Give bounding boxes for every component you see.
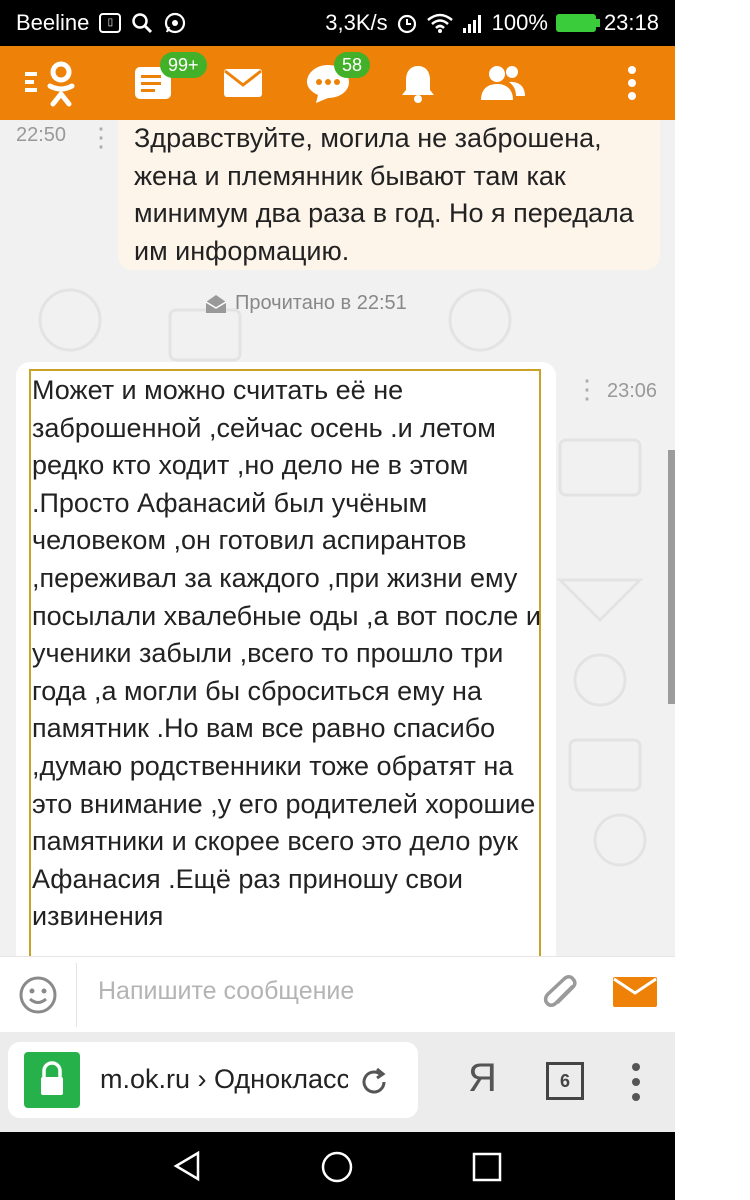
friends-icon[interactable] bbox=[478, 46, 528, 120]
system-nav-bar bbox=[0, 1132, 675, 1200]
clock: 23:18 bbox=[603, 10, 659, 35]
mail-icon[interactable] bbox=[220, 46, 266, 120]
outgoing-time: 23:06 bbox=[607, 380, 658, 402]
bell-icon[interactable] bbox=[396, 46, 440, 120]
network-speed: 3,3K/s bbox=[325, 10, 388, 35]
read-envelope-icon bbox=[205, 294, 227, 313]
tabs-button[interactable]: 6 bbox=[546, 1062, 584, 1100]
url-text: m.ok.ru › Одноклассники bbox=[100, 1064, 348, 1094]
incoming-menu-icon[interactable]: ⋮ bbox=[88, 122, 114, 153]
carrier-name: Beeline bbox=[16, 10, 90, 35]
scrollbar[interactable] bbox=[668, 450, 675, 704]
status-bar: Beeline ▯ 3,3K/s 100% 23:18 bbox=[0, 0, 675, 46]
back-icon[interactable] bbox=[172, 1150, 204, 1182]
home-icon[interactable] bbox=[320, 1150, 354, 1184]
tab-count: 6 bbox=[559, 1071, 570, 1091]
address-bar[interactable]: m.ok.ru › Одноклассники bbox=[8, 1042, 418, 1118]
outgoing-message-bubble[interactable]: Может и можно считать её не заброшенной … bbox=[16, 362, 556, 956]
search-icon bbox=[132, 13, 153, 34]
emoji-icon[interactable] bbox=[18, 975, 58, 1015]
outgoing-message-text: Может и можно считать её не заброшенной … bbox=[32, 375, 541, 932]
battery-percent: 100% bbox=[491, 10, 548, 35]
outgoing-menu-icon[interactable]: ⋮ bbox=[574, 374, 600, 405]
incoming-time: 22:50 bbox=[16, 124, 67, 146]
app-header: 99+ 58 bbox=[0, 46, 675, 120]
send-button[interactable] bbox=[612, 975, 658, 1015]
incoming-message-text: Здравствуйте, могила не заброшена, жена … bbox=[134, 123, 634, 266]
read-status-text: Прочитано в 22:51 bbox=[235, 292, 407, 314]
more-icon[interactable] bbox=[620, 46, 644, 120]
browser-toolbar: m.ok.ru › Одноклассники Я 6 bbox=[0, 1032, 675, 1132]
wifi-icon bbox=[426, 13, 453, 33]
recents-icon[interactable] bbox=[472, 1152, 502, 1182]
message-input[interactable]: Напишите сообщение bbox=[98, 977, 354, 1006]
chat-area[interactable]: 22:50 ⋮ Здравствуйте, могила не заброшен… bbox=[0, 120, 675, 956]
reload-icon[interactable] bbox=[358, 1066, 390, 1098]
signal-icon bbox=[462, 15, 481, 33]
feed-badge: 99+ bbox=[160, 52, 207, 78]
sim-icon: ▯ bbox=[99, 13, 122, 33]
incoming-message-bubble[interactable]: Здравствуйте, могила не заброшена, жена … bbox=[118, 120, 660, 270]
battery-icon bbox=[555, 14, 600, 32]
attach-icon[interactable] bbox=[542, 975, 582, 1017]
lock-icon bbox=[24, 1052, 80, 1108]
chat-badge: 58 bbox=[334, 52, 371, 78]
message-composer: Напишите сообщение bbox=[0, 956, 675, 1033]
ok-logo-icon[interactable] bbox=[22, 46, 82, 120]
browser-menu-icon[interactable] bbox=[630, 1062, 642, 1102]
blank-margin bbox=[675, 0, 750, 1200]
send-envelope-icon bbox=[613, 977, 657, 1007]
composer-divider bbox=[76, 963, 77, 1027]
whatsapp-icon bbox=[165, 12, 186, 34]
read-receipt: Прочитано в 22:51 bbox=[205, 292, 407, 315]
alarm-icon bbox=[397, 14, 416, 34]
yandex-button[interactable]: Я bbox=[468, 1056, 497, 1101]
